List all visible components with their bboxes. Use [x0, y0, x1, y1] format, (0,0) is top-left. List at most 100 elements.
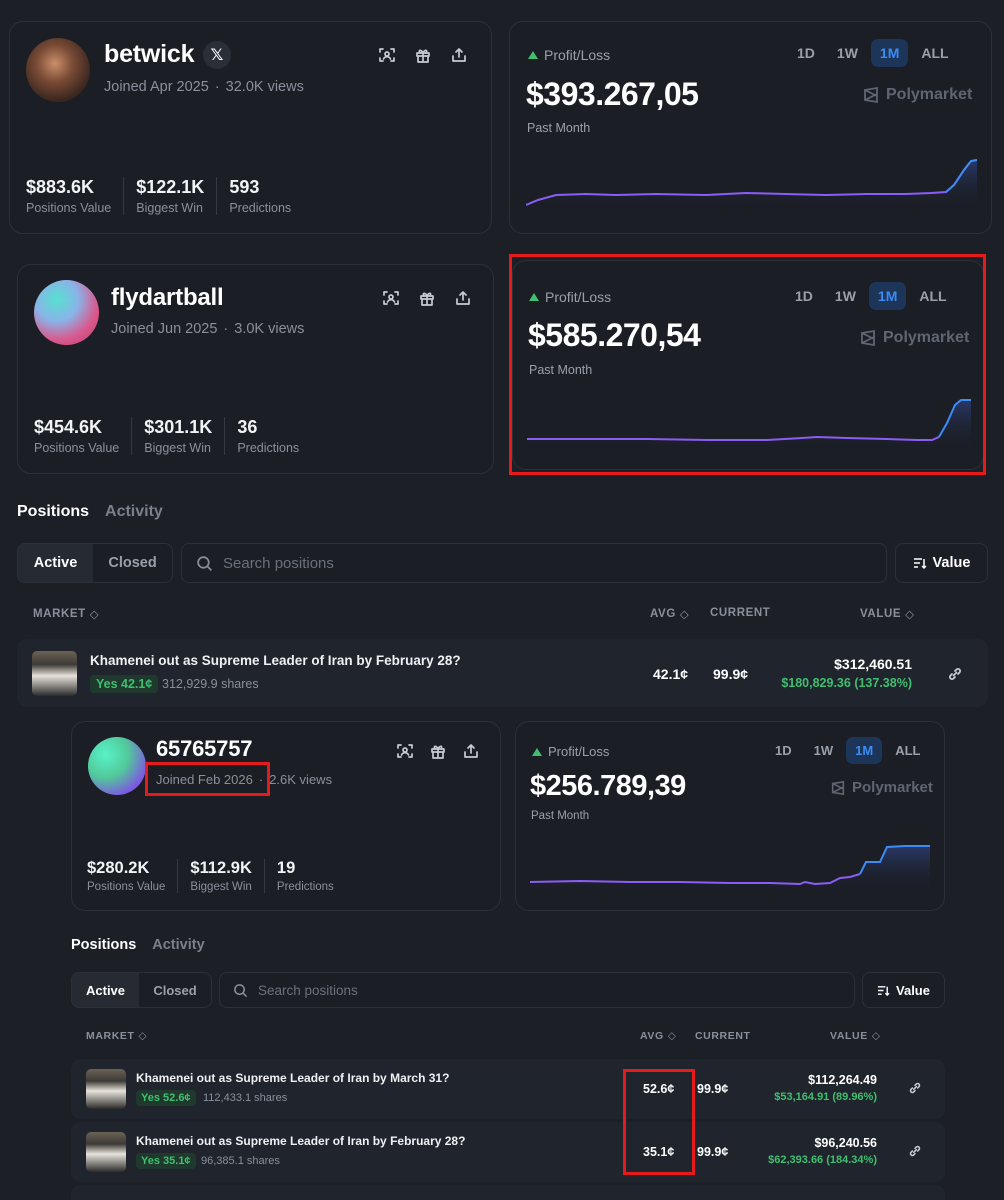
position-pnl: $180,829.36 (137.38%): [781, 676, 912, 690]
joined-date: Joined Apr 2025: [104, 79, 209, 95]
polymarket-logo: Polymarket: [830, 779, 933, 796]
range-all[interactable]: ALL: [912, 39, 957, 67]
toggle-active[interactable]: Active: [18, 544, 94, 582]
toggle-closed[interactable]: Closed: [139, 973, 211, 1007]
table-row[interactable]: Khamenei out as Supreme Leader of Iran b…: [71, 1122, 945, 1182]
position-value: $312,460.51: [834, 656, 912, 672]
sort-value-button[interactable]: Value: [895, 543, 988, 583]
sort-icon: [913, 558, 927, 570]
up-triangle-icon: [528, 51, 538, 59]
range-1m[interactable]: 1M: [870, 39, 909, 67]
scan-icon[interactable]: [376, 44, 398, 66]
tab-positions[interactable]: Positions: [17, 503, 89, 521]
table-row[interactable]: Khamenei out as Supreme Leader of Iran b…: [71, 1059, 945, 1119]
range-all[interactable]: ALL: [910, 282, 955, 310]
polymarket-logo: Polymarket: [862, 86, 972, 104]
market-title[interactable]: Khamenei out as Supreme Leader of Iran b…: [136, 1071, 449, 1085]
col-current[interactable]: CURRENT: [695, 1030, 751, 1042]
polymarket-icon: [831, 780, 845, 795]
current-price: 99.9¢: [697, 1145, 729, 1159]
profile-stats: $454.6K Positions Value $301.1K Biggest Wi…: [34, 417, 323, 455]
avatar[interactable]: [88, 737, 146, 795]
avatar[interactable]: [26, 38, 90, 102]
search-input[interactable]: [258, 982, 854, 998]
tab-positions[interactable]: Positions: [71, 937, 136, 953]
link-icon[interactable]: [908, 1081, 922, 1100]
range-1m[interactable]: 1M: [868, 282, 907, 310]
range-1w[interactable]: 1W: [828, 39, 867, 67]
share-icon[interactable]: [452, 287, 474, 309]
pl-chart: [527, 399, 971, 453]
table-row-partial: [71, 1185, 945, 1200]
share-icon[interactable]: [460, 740, 482, 762]
toggle-active[interactable]: Active: [72, 973, 140, 1007]
col-value[interactable]: VALUE ◇: [830, 1030, 881, 1042]
profile-actions: [394, 740, 482, 762]
sort-icon: [877, 985, 890, 996]
sort-value-button[interactable]: Value: [862, 972, 945, 1008]
pl-header: Profit/Loss: [532, 744, 609, 759]
col-market[interactable]: MARKET ◇: [86, 1030, 147, 1042]
stat-predictions: 19 Predictions: [276, 859, 334, 893]
table-row[interactable]: Khamenei out as Supreme Leader of Iran b…: [17, 639, 988, 707]
pl-period: Past Month: [531, 810, 590, 822]
market-thumbnail: [86, 1069, 126, 1109]
current-price: 99.9¢: [713, 666, 749, 682]
x-icon[interactable]: 𝕏: [203, 41, 231, 69]
gift-icon[interactable]: [416, 287, 438, 309]
gift-icon[interactable]: [412, 44, 434, 66]
range-all[interactable]: ALL: [886, 737, 929, 764]
search-box: [219, 972, 855, 1008]
market-title[interactable]: Khamenei out as Supreme Leader of Iran b…: [90, 653, 461, 668]
search-input[interactable]: [223, 554, 886, 572]
tab-activity[interactable]: Activity: [152, 937, 204, 953]
link-icon[interactable]: [908, 1144, 922, 1163]
share-count: 96,385.1 shares: [201, 1155, 280, 1167]
range-1d[interactable]: 1D: [788, 39, 824, 67]
link-icon[interactable]: [947, 666, 963, 687]
col-avg[interactable]: AVG ◇: [640, 1030, 676, 1042]
username: flydartball: [111, 284, 224, 311]
share-icon[interactable]: [448, 44, 470, 66]
range-1w[interactable]: 1W: [826, 282, 865, 310]
pl-value: $585.270,54: [528, 317, 701, 353]
market-title[interactable]: Khamenei out as Supreme Leader of Iran b…: [136, 1134, 465, 1148]
toggle-closed[interactable]: Closed: [93, 544, 172, 582]
status-toggle: Active Closed: [71, 972, 212, 1008]
view-count: 2.6K views: [269, 772, 333, 787]
profile-card-65765757: 65765757 Joined Feb 2026 · 2.6K views $280…: [71, 721, 501, 911]
avatar[interactable]: [34, 280, 99, 345]
current-price: 99.9¢: [697, 1082, 729, 1096]
col-current[interactable]: CURRENT: [710, 607, 770, 619]
up-triangle-icon: [529, 293, 539, 301]
range-1d[interactable]: 1D: [766, 737, 801, 764]
up-triangle-icon: [532, 747, 542, 756]
username: 65765757: [156, 736, 253, 761]
range-1m[interactable]: 1M: [846, 737, 883, 764]
pl-value: $256.789,39: [530, 770, 686, 802]
gift-icon[interactable]: [427, 740, 449, 762]
col-value[interactable]: VALUE ◇: [860, 607, 915, 621]
stat-positions-value: $280.2K Positions Value: [87, 859, 179, 893]
pl-value: $393.267,05: [526, 76, 699, 112]
scan-icon[interactable]: [380, 287, 402, 309]
status-toggle: Active Closed: [17, 543, 173, 583]
scan-icon[interactable]: [394, 740, 416, 762]
view-count: 32.0K views: [225, 79, 304, 95]
pl-label: Profit/Loss: [548, 744, 610, 759]
range-selector: 1D 1W 1M ALL: [788, 39, 958, 67]
col-avg[interactable]: AVG ◇: [650, 607, 689, 621]
tab-activity[interactable]: Activity: [105, 503, 163, 521]
stat-predictions: 36 Predictions: [237, 417, 300, 455]
profile-actions: [380, 287, 474, 309]
stat-biggest-win: $301.1K Biggest Win: [144, 417, 226, 455]
stat-biggest-win: $122.1K Biggest Win: [136, 177, 218, 215]
profile-meta: Joined Feb 2026 · 2.6K views: [156, 772, 333, 787]
section-tabs: Positions Activity: [71, 937, 205, 953]
col-market[interactable]: MARKET ◇: [33, 607, 99, 621]
range-1d[interactable]: 1D: [786, 282, 822, 310]
range-1w[interactable]: 1W: [805, 737, 843, 764]
range-selector: 1D 1W 1M ALL: [766, 737, 929, 764]
username: betwick: [104, 40, 195, 68]
polymarket-icon: [864, 86, 878, 104]
